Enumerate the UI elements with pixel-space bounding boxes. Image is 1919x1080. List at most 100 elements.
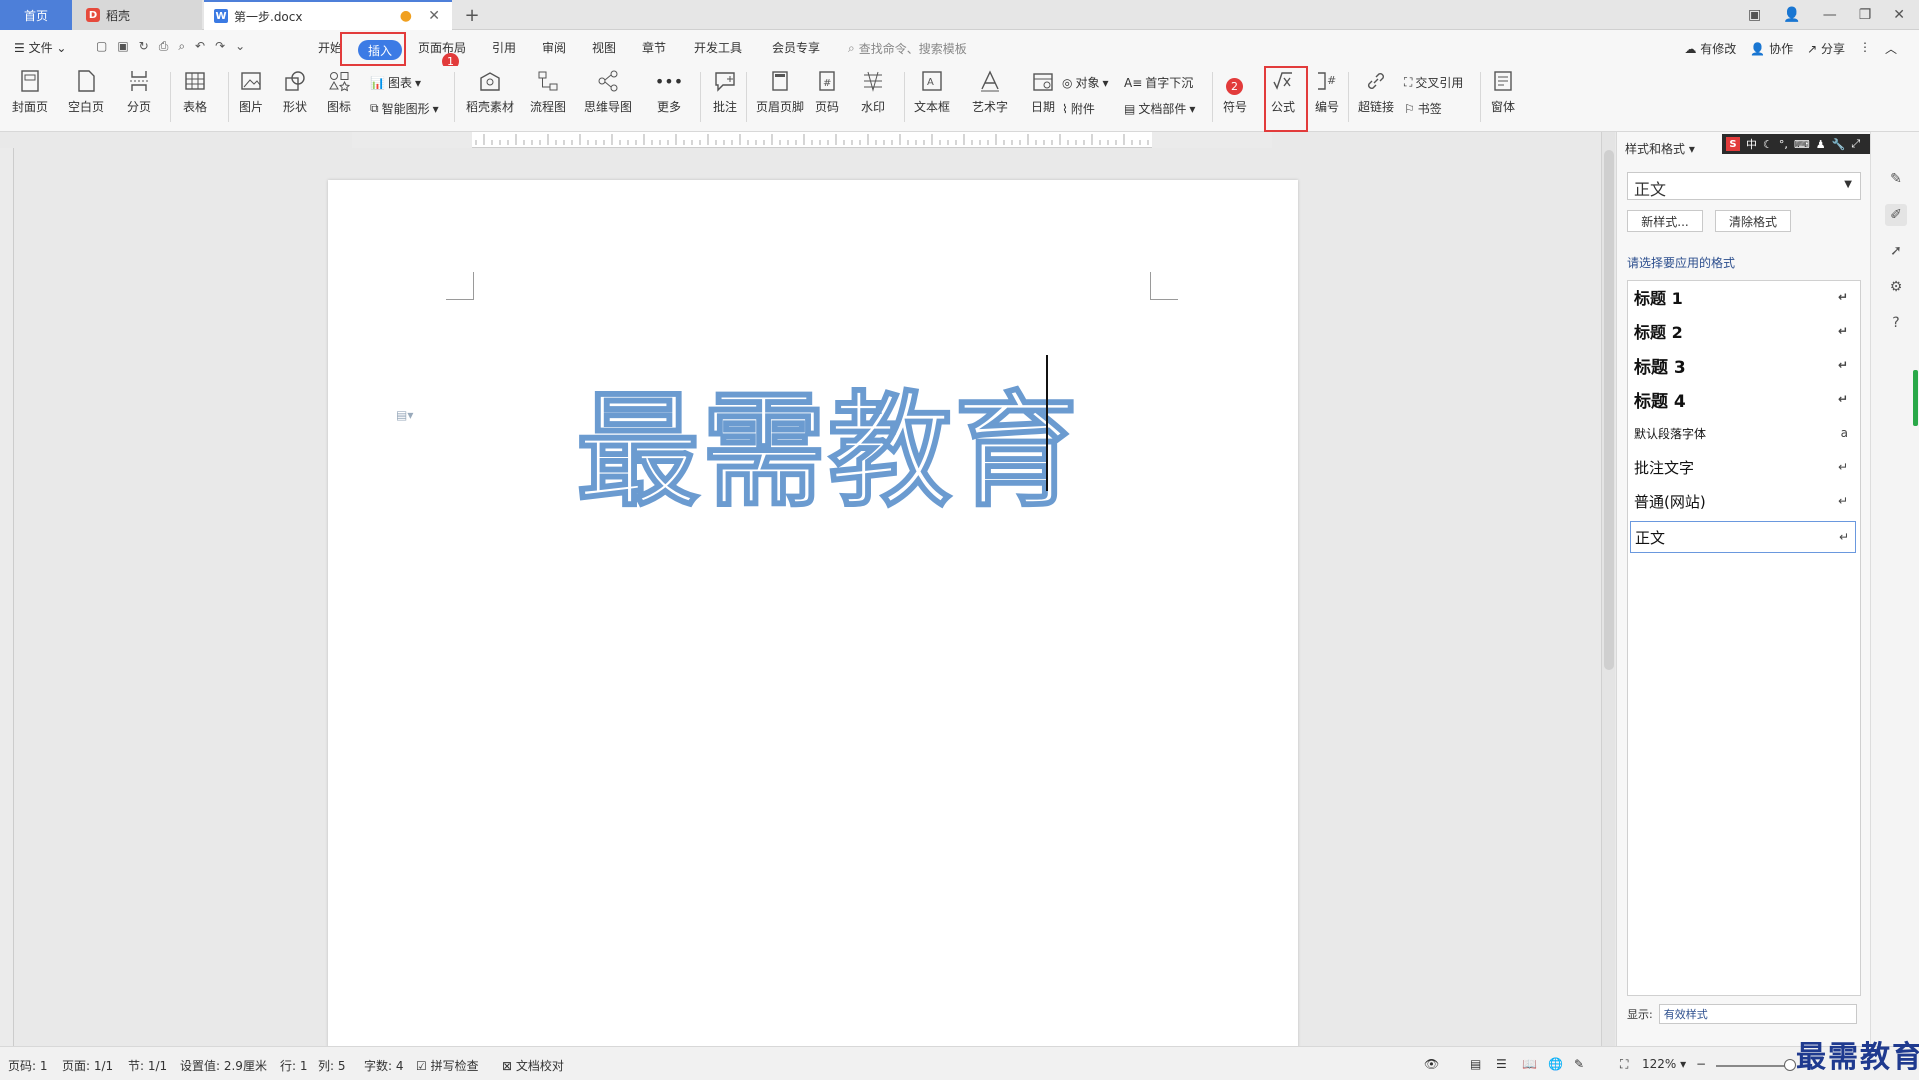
modify-button[interactable]: ☁ 有修改	[1684, 40, 1736, 57]
status-col[interactable]: 列: 5	[318, 1057, 346, 1074]
arttext-button[interactable]: 艺术字	[972, 68, 1008, 115]
hyperlink-button[interactable]: 超链接	[1358, 68, 1394, 115]
table-button[interactable]: 表格	[182, 68, 208, 115]
menu-layout[interactable]: 页面布局	[418, 39, 466, 56]
avatar[interactable]: 👤	[1783, 7, 1800, 23]
outline-view-icon[interactable]: ☰	[1496, 1057, 1507, 1071]
tab-daoke[interactable]: D 稻壳	[72, 0, 202, 30]
menu-reference[interactable]: 引用	[492, 39, 516, 56]
bookmark-button[interactable]: ⚐ 书签	[1404, 100, 1442, 117]
zoom-level[interactable]: 122% ▾	[1642, 1057, 1686, 1071]
ime-language[interactable]: 中	[1746, 136, 1757, 152]
date-button[interactable]: 日期	[1030, 68, 1056, 115]
scrollbar-thumb[interactable]	[1604, 150, 1614, 670]
read-view-icon[interactable]: 📖	[1522, 1057, 1537, 1071]
style-item-normal-web[interactable]: 普通(网站) ↵	[1634, 487, 1854, 515]
style-item-heading1[interactable]: 标题 1 ↵	[1634, 283, 1854, 311]
docpart-button[interactable]: ▤ 文档部件 ▾	[1124, 100, 1195, 117]
status-words[interactable]: 字数: 4	[364, 1057, 404, 1074]
numbering-button[interactable]: # 编号	[1314, 68, 1340, 115]
object-button[interactable]: ◎ 对象 ▾	[1062, 74, 1109, 91]
status-section[interactable]: 节: 1/1	[128, 1057, 167, 1074]
smartart-button[interactable]: ⧉ 智能图形 ▾	[370, 100, 439, 117]
current-style-select[interactable]: 正文 ▼	[1627, 172, 1861, 200]
icon-button[interactable]: 图标	[326, 68, 352, 115]
dropcap-button[interactable]: A≡ 首字下沉	[1124, 74, 1193, 91]
style-item-comment-text[interactable]: 批注文字 ↵	[1634, 453, 1854, 481]
status-row[interactable]: 行: 1	[280, 1057, 308, 1074]
document-page[interactable]: ▤▾ 最需教育	[328, 180, 1298, 1050]
status-setting[interactable]: 设置值: 2.9厘米	[180, 1057, 267, 1074]
restore-icon[interactable]: ❐	[1859, 7, 1872, 23]
textbox-button[interactable]: A 文本框	[914, 68, 950, 115]
mindmap-button[interactable]: 思维导图	[584, 68, 632, 115]
style-item-heading4[interactable]: 标题 4 ↵	[1634, 385, 1854, 413]
style-item-heading3[interactable]: 标题 3 ↵	[1634, 351, 1854, 379]
window-form-button[interactable]: 窗体	[1490, 68, 1516, 115]
quick-access-icons[interactable]: ▢▣↻⎙⌕↶↷⌄	[96, 39, 255, 54]
minimize-icon[interactable]: —	[1823, 7, 1837, 23]
status-page[interactable]: 页面: 1/1	[62, 1057, 113, 1074]
clear-format-button[interactable]: 清除格式	[1715, 210, 1791, 232]
tab-home[interactable]: 首页	[0, 0, 72, 30]
collapse-ribbon-icon[interactable]: ︿	[1885, 40, 1897, 57]
blank-page-button[interactable]: 空白页	[68, 68, 104, 115]
shape-button[interactable]: 形状	[282, 68, 308, 115]
header-footer-button[interactable]: 页眉页脚	[756, 68, 804, 115]
crossref-button[interactable]: ⛶ 交叉引用	[1404, 74, 1463, 91]
settings-sliders-icon[interactable]: ⚙	[1885, 276, 1907, 298]
close-window-icon[interactable]: ✕	[1893, 7, 1905, 23]
keyboard-icon[interactable]: ⌨	[1794, 138, 1810, 151]
web-view-icon[interactable]: 🌐	[1548, 1057, 1563, 1071]
chart-button[interactable]: 📊 图表 ▾	[370, 74, 421, 91]
show-select[interactable]: 有效样式	[1658, 1004, 1857, 1024]
moon-icon[interactable]: ☾	[1763, 138, 1773, 151]
zoom-slider-knob[interactable]	[1784, 1059, 1796, 1071]
panel-title[interactable]: 样式和格式 ▾	[1625, 140, 1695, 157]
skin-icon[interactable]: ♟	[1816, 138, 1826, 151]
watermark-button[interactable]: 水印	[860, 68, 886, 115]
menu-member[interactable]: 会员专享	[772, 39, 820, 56]
new-tab-button[interactable]: +	[458, 0, 486, 30]
close-tab-icon[interactable]: ✕	[428, 8, 440, 24]
zoom-out-icon[interactable]: −	[1696, 1057, 1706, 1071]
edit-view-icon[interactable]: ✎	[1574, 1057, 1584, 1071]
expand-icon[interactable]: ⤢	[1851, 137, 1860, 151]
more-vert-icon[interactable]: ⋮	[1859, 40, 1871, 57]
pen-icon[interactable]: ✐	[1885, 204, 1907, 226]
new-style-button[interactable]: 新样式...	[1627, 210, 1703, 232]
spell-check-toggle[interactable]: ☑ 拼写检查	[416, 1057, 479, 1074]
style-brush-icon[interactable]: ✎	[1885, 168, 1907, 190]
proofread-toggle[interactable]: ⊠ 文档校对	[502, 1057, 564, 1074]
wrench-icon[interactable]: 🔧	[1832, 138, 1846, 151]
attach-button[interactable]: ⌇ 附件	[1062, 100, 1095, 117]
material-button[interactable]: 稻壳素材	[466, 68, 514, 115]
page-break-button[interactable]: 分页	[126, 68, 152, 115]
symbol-button[interactable]: 符号	[1222, 68, 1248, 115]
vertical-ruler[interactable]	[0, 148, 14, 1046]
horizontal-ruler[interactable]	[352, 132, 1277, 148]
menu-file[interactable]: ☰ 文件 ⌄	[14, 39, 66, 56]
comment-button[interactable]: 批注	[712, 68, 738, 115]
tab-document[interactable]: W 第一步.docx ● ✕	[204, 0, 452, 30]
style-item-body[interactable]: 正文 ↵	[1630, 521, 1856, 553]
menu-review[interactable]: 审阅	[542, 39, 566, 56]
menu-dev[interactable]: 开发工具	[694, 39, 742, 56]
picture-button[interactable]: 图片	[238, 68, 264, 115]
punctuation-icon[interactable]: °,	[1779, 138, 1788, 151]
menu-start[interactable]: 开始	[318, 39, 342, 56]
style-item-heading2[interactable]: 标题 2 ↵	[1634, 317, 1854, 345]
paragraph-handle-icon[interactable]: ▤▾	[396, 408, 413, 422]
select-cursor-icon[interactable]: ➚	[1885, 240, 1907, 262]
panel-resize-handle[interactable]	[1913, 370, 1918, 426]
more-button[interactable]: ••• 更多	[655, 68, 683, 115]
share-button[interactable]: ↗ 分享	[1807, 40, 1845, 57]
outline-heading-text[interactable]: 最需教育	[575, 350, 1080, 530]
layout-icon[interactable]: ▣	[1748, 7, 1761, 23]
page-view-icon[interactable]: ▤	[1470, 1057, 1481, 1071]
cover-page-button[interactable]: 封面页	[12, 68, 48, 115]
zoom-slider[interactable]	[1716, 1065, 1792, 1067]
eye-protect-icon[interactable]: 👁	[1424, 1057, 1439, 1071]
fit-page-icon[interactable]: ⛶	[1620, 1057, 1628, 1072]
status-page-code[interactable]: 页码: 1	[8, 1057, 48, 1074]
